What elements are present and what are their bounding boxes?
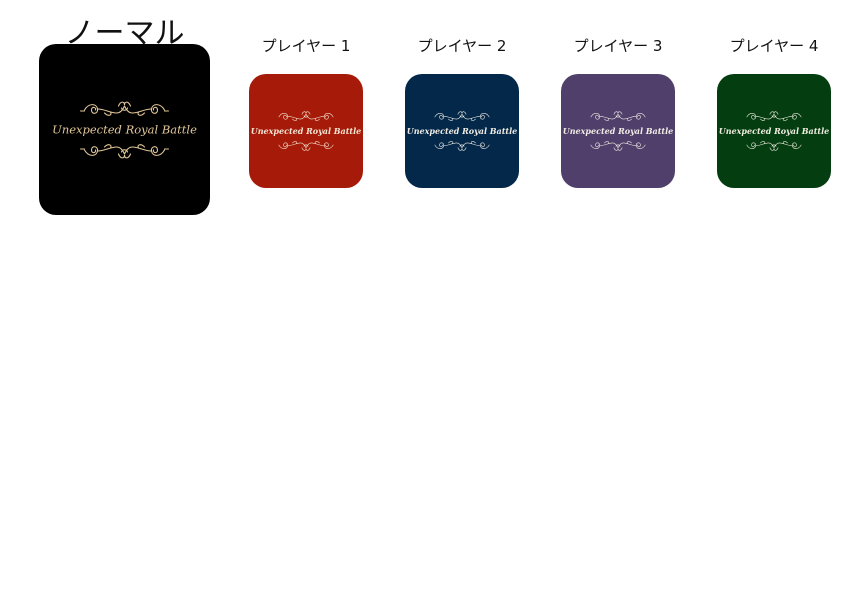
- card-title: Unexpected Royal Battle: [251, 126, 361, 136]
- card-label-player-1: プレイヤー 1: [261, 37, 351, 55]
- card-title: Unexpected Royal Battle: [719, 126, 829, 136]
- icon-card-player-2[interactable]: Unexpected Royal Battle: [405, 74, 519, 188]
- crest-icon: Unexpected Royal Battle: [719, 111, 829, 151]
- crest-icon: Unexpected Royal Battle: [251, 111, 361, 151]
- card-label-player-2: プレイヤー 2: [417, 37, 507, 55]
- crest-icon: Unexpected Royal Battle: [563, 111, 673, 151]
- card-title: Unexpected Royal Battle: [563, 126, 673, 136]
- icon-card-player-1[interactable]: Unexpected Royal Battle: [249, 74, 363, 188]
- icon-card-player-4[interactable]: Unexpected Royal Battle: [717, 74, 831, 188]
- icon-card-player-3[interactable]: Unexpected Royal Battle: [561, 74, 675, 188]
- card-title: Unexpected Royal Battle: [52, 123, 197, 137]
- card-label-player-3: プレイヤー 3: [573, 37, 663, 55]
- crest-icon: Unexpected Royal Battle: [52, 101, 197, 159]
- card-label-player-4: プレイヤー 4: [729, 37, 819, 55]
- icon-card-normal[interactable]: Unexpected Royal Battle: [39, 44, 210, 215]
- card-title: Unexpected Royal Battle: [407, 126, 517, 136]
- crest-icon: Unexpected Royal Battle: [407, 111, 517, 151]
